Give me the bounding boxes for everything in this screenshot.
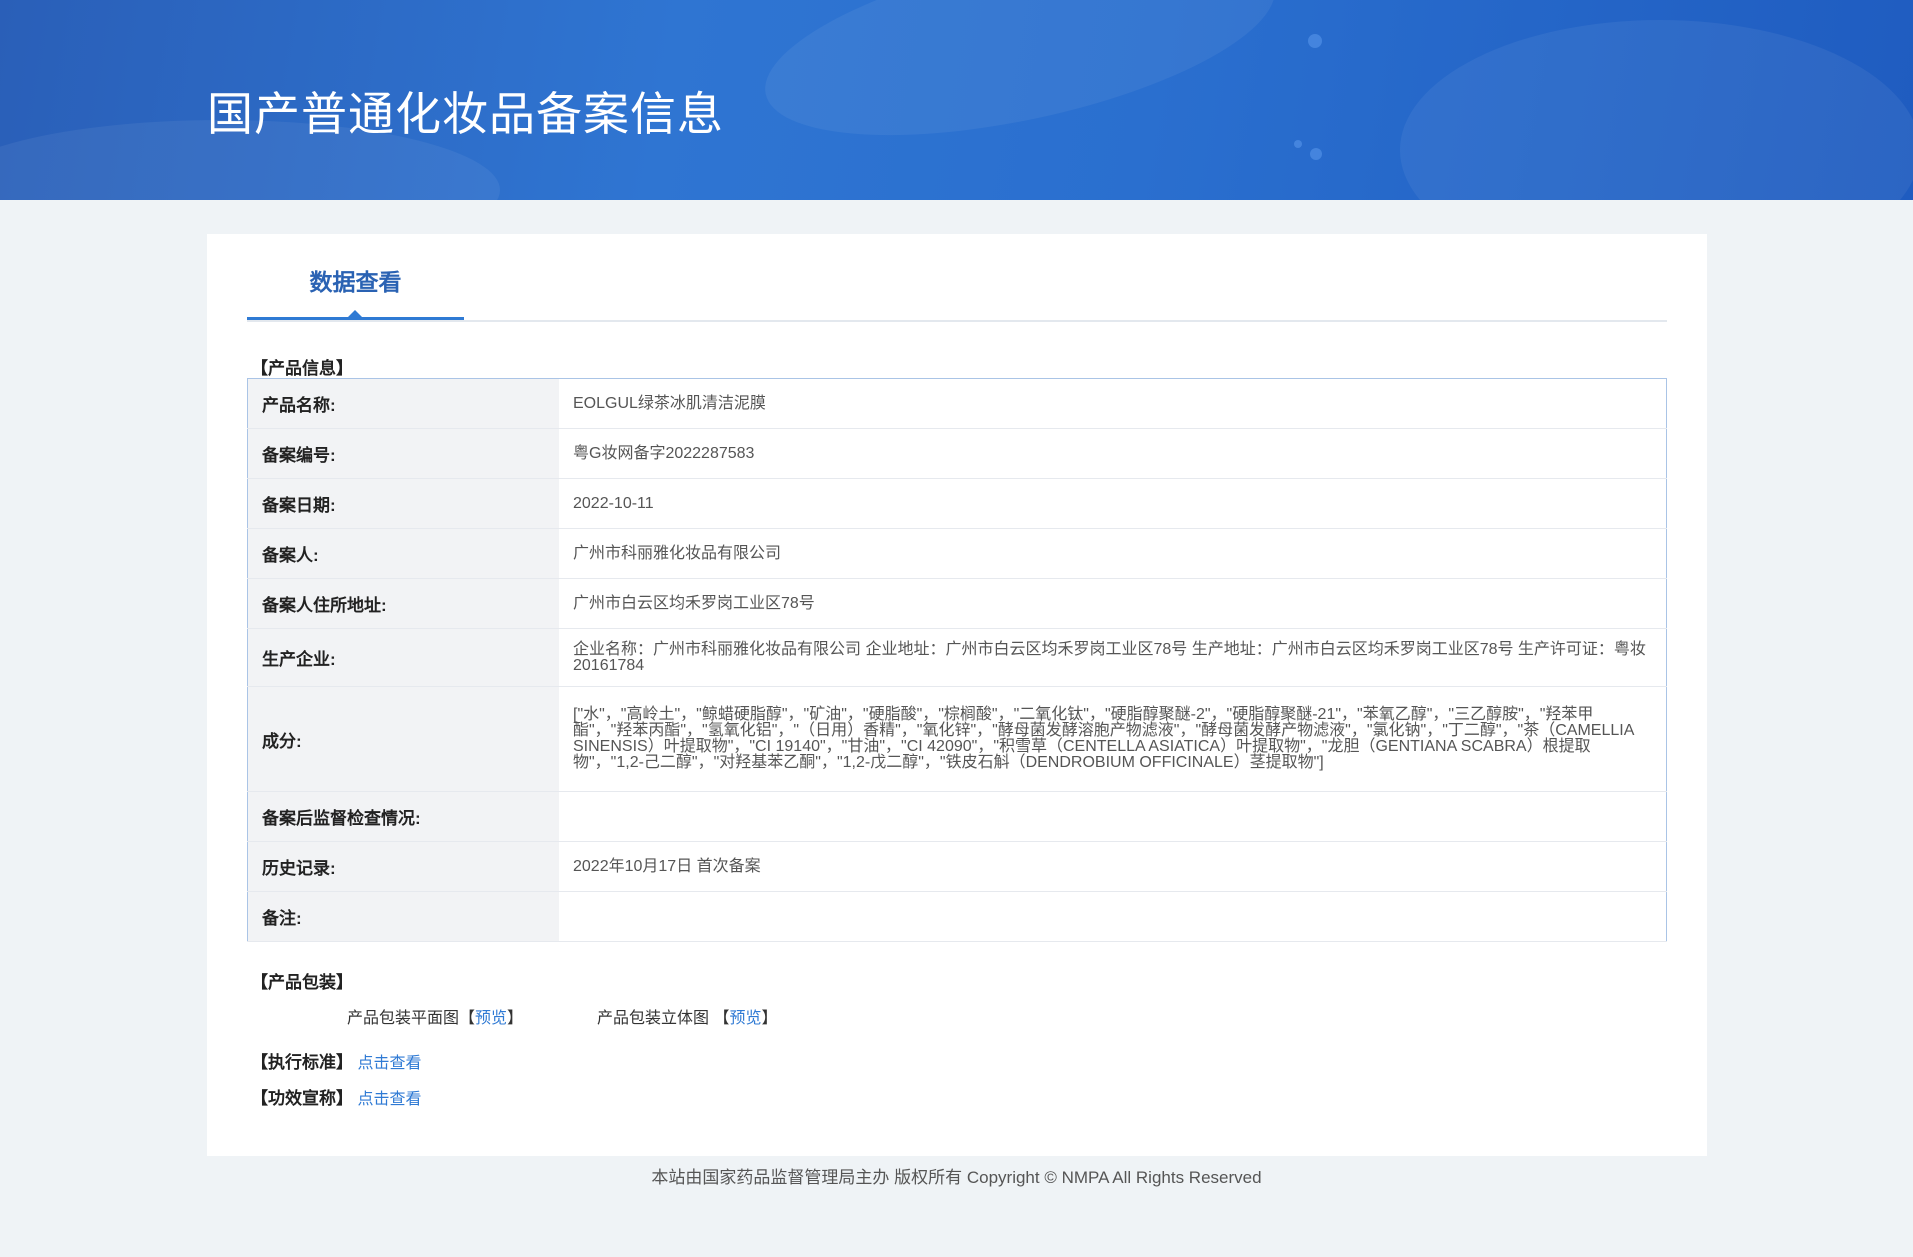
banner-decoration (749, 0, 1291, 173)
product-info-table: 产品名称: EOLGUL绿茶冰肌清洁泥膜 备案编号: 粤G妆网备字2022287… (247, 378, 1667, 942)
row-label: 历史记录: (247, 841, 559, 892)
row-value: 企业名称：广州市科丽雅化妆品有限公司 企业地址：广州市白云区均禾罗岗工业区78号… (559, 628, 1667, 687)
row-value: EOLGUL绿茶冰肌清洁泥膜 (559, 378, 1667, 429)
tab-bar: 数据查看 (247, 234, 1667, 322)
package-solid-item: 产品包装立体图 【预览】 (597, 1004, 778, 1028)
preview-flat-link[interactable]: 预览 (475, 1010, 507, 1027)
bracket-open: 【 (713, 1010, 730, 1027)
standard-view-link[interactable]: 点击查看 (357, 1055, 421, 1072)
row-label: 备案日期: (247, 478, 559, 529)
row-label: 备案人住所地址: (247, 578, 559, 629)
bracket-close: 】 (507, 1010, 524, 1027)
row-label: 备注: (247, 891, 559, 942)
tab-data-view[interactable]: 数据查看 (247, 234, 464, 320)
efficacy-view-link[interactable]: 点击查看 (357, 1091, 421, 1108)
row-value: 广州市科丽雅化妆品有限公司 (559, 528, 1667, 579)
table-row: 产品名称: EOLGUL绿茶冰肌清洁泥膜 (247, 378, 1667, 429)
row-value: 2022-10-11 (559, 478, 1667, 529)
table-row: 历史记录: 2022年10月17日 首次备案 (247, 841, 1667, 892)
efficacy-label: 【功效宣称】 (251, 1089, 353, 1108)
table-row: 备案后监督检查情况: (247, 791, 1667, 842)
row-label: 备案人: (247, 528, 559, 579)
table-row: 备案人: 广州市科丽雅化妆品有限公司 (247, 528, 1667, 579)
efficacy-line: 【功效宣称】 点击查看 (251, 1084, 421, 1109)
row-label: 产品名称: (247, 378, 559, 429)
table-row: 备案编号: 粤G妆网备字2022287583 (247, 428, 1667, 479)
banner-dot (1308, 34, 1322, 48)
table-row: 备案人住所地址: 广州市白云区均禾罗岗工业区78号 (247, 578, 1667, 629)
table-row: 生产企业: 企业名称：广州市科丽雅化妆品有限公司 企业地址：广州市白云区均禾罗岗… (247, 628, 1667, 687)
standard-line: 【执行标准】 点击查看 (251, 1048, 421, 1073)
tab-label: 数据查看 (309, 269, 402, 295)
row-label: 成分: (247, 686, 559, 792)
row-value: 2022年10月17日 首次备案 (559, 841, 1667, 892)
package-flat-label: 产品包装平面图 (347, 1010, 460, 1027)
banner-dot (1294, 140, 1302, 148)
bracket-open: 【 (459, 1010, 476, 1027)
row-value: 粤G妆网备字2022287583 (559, 428, 1667, 479)
tab-active-caret (347, 310, 363, 318)
table-row: 备注: (247, 891, 1667, 942)
row-label: 生产企业: (247, 628, 559, 687)
table-row: 备案日期: 2022-10-11 (247, 478, 1667, 529)
bracket-close: 】 (761, 1010, 778, 1027)
standard-label: 【执行标准】 (251, 1053, 353, 1072)
page-title: 国产普通化妆品备案信息 (207, 87, 724, 141)
row-label: 备案后监督检查情况: (247, 791, 559, 842)
row-value: 广州市白云区均禾罗岗工业区78号 (559, 578, 1667, 629)
preview-solid-link[interactable]: 预览 (729, 1010, 761, 1027)
section-title-product-info: 【产品信息】 (251, 359, 353, 378)
banner-decoration (1400, 20, 1913, 200)
package-flat-item: 产品包装平面图【预览】 (347, 1004, 523, 1028)
row-value (559, 891, 1667, 942)
row-value (559, 791, 1667, 842)
content-card: 数据查看 【产品信息】 产品名称: EOLGUL绿茶冰肌清洁泥膜 备案编号: 粤… (207, 234, 1707, 1156)
package-solid-label: 产品包装立体图 (597, 1010, 710, 1027)
header-banner: 国产普通化妆品备案信息 (0, 0, 1913, 200)
footer-copyright: 本站由国家药品监督管理局主办 版权所有 Copyright © NMPA All… (651, 1168, 1262, 1187)
section-title-packaging: 【产品包装】 (251, 973, 353, 992)
row-label: 备案编号: (247, 428, 559, 479)
banner-dot (1310, 148, 1322, 160)
table-row: 成分: ["水"，"高岭土"，"鲸蜡硬脂醇"，"矿油"，"硬脂酸"，"棕榈酸"，… (247, 686, 1667, 792)
row-value: ["水"，"高岭土"，"鲸蜡硬脂醇"，"矿油"，"硬脂酸"，"棕榈酸"，"二氧化… (559, 686, 1667, 792)
